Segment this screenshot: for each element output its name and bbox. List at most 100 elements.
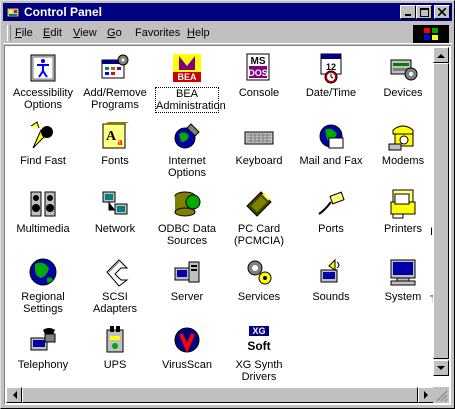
item-label: Printers <box>384 223 422 235</box>
item-label: SCSI Adapters <box>92 291 138 315</box>
item-label: Date/Time <box>305 87 357 99</box>
control-panel-item-date-time[interactable]: 12 Date/Time <box>295 52 367 99</box>
item-label: Server <box>170 291 204 303</box>
control-panel-item-server[interactable]: Server <box>151 256 223 303</box>
icon-view: Accessibility Options Add/Remove Programs… <box>4 45 451 405</box>
control-panel-item-accessibility[interactable]: Accessibility Options <box>7 52 79 111</box>
item-label: XG Synth Drivers <box>235 359 283 383</box>
close-button[interactable] <box>434 5 450 19</box>
vertical-scrollbar[interactable] <box>433 47 449 376</box>
modems-icon <box>388 125 414 151</box>
item-label: UPS <box>103 359 127 371</box>
maximize-button[interactable] <box>416 5 432 19</box>
devices-icon <box>390 59 418 81</box>
item-label: ODBC Data Sources <box>157 223 217 247</box>
control-panel-window: Control Panel File Edit View Go Favorite… <box>0 0 455 409</box>
arrow-up-icon <box>437 53 445 58</box>
regional-settings-icon <box>29 258 57 286</box>
control-panel-item-printers[interactable]: Printers <box>367 188 439 235</box>
svg-text:XG: XG <box>252 326 265 336</box>
item-label: Find Fast <box>20 155 66 167</box>
control-panel-item-console[interactable]: MS DOS Console <box>223 52 295 99</box>
control-panel-item-ports[interactable]: Ports <box>295 188 367 235</box>
horizontal-scrollbar[interactable] <box>6 387 434 403</box>
pc-card-icon <box>246 191 272 217</box>
svg-text:MS: MS <box>251 56 266 67</box>
item-label: PC Card (PCMCIA) <box>233 223 285 247</box>
minimize-icon <box>405 14 411 16</box>
size-grip[interactable] <box>433 387 449 403</box>
windows-flag-icon <box>424 28 438 40</box>
control-panel-item-bea[interactable]: BEA BEA Administration <box>151 52 226 113</box>
control-panel-item-scsi[interactable]: SCSI Adapters <box>79 256 151 315</box>
item-label: Devices <box>383 87 423 99</box>
fonts-icon: Aa <box>102 122 129 149</box>
find-fast-icon <box>30 121 53 149</box>
vertical-scroll-thumb[interactable] <box>433 63 449 359</box>
item-label: Regional Settings <box>21 291 65 315</box>
item-label: Console <box>238 87 280 99</box>
virusscan-icon <box>174 327 200 354</box>
svg-text:a: a <box>118 137 123 148</box>
xg-synth-icon: XG Soft <box>245 326 273 354</box>
windows-logo <box>413 25 449 43</box>
control-panel-item-mail-fax[interactable]: Mail and Fax <box>295 120 367 167</box>
item-label: Fonts <box>101 155 129 167</box>
svg-text:DOS: DOS <box>248 68 268 78</box>
resize-grip-icon <box>436 390 448 402</box>
control-panel-item-sounds[interactable]: Sounds <box>295 256 367 303</box>
item-label: Accessibility Options <box>13 87 73 111</box>
internet-options-icon <box>174 123 200 149</box>
menu-help[interactable]: Help <box>187 27 210 39</box>
item-label: Network <box>94 223 136 235</box>
keyboard-icon <box>244 131 274 145</box>
server-icon <box>174 261 200 283</box>
arrow-left-icon <box>12 391 17 399</box>
ports-icon <box>318 191 345 215</box>
control-panel-item-pc-card[interactable]: PC Card (PCMCIA) <box>223 188 295 247</box>
telephony-icon <box>30 328 56 351</box>
control-panel-item-virusscan[interactable]: VirusScan <box>151 324 223 371</box>
multimedia-icon <box>30 191 56 217</box>
item-label: Mail and Fax <box>299 155 363 167</box>
control-panel-item-keyboard[interactable]: Keyboard <box>223 120 295 167</box>
control-panel-item-find-fast[interactable]: Find Fast <box>7 120 79 167</box>
minimize-button[interactable] <box>400 5 416 19</box>
control-panel-item-add-remove-programs[interactable]: Add/Remove Programs <box>79 52 151 111</box>
control-panel-item-xg-synth[interactable]: XG Soft XG Synth Drivers <box>223 324 295 383</box>
control-panel-item-fonts[interactable]: Aa Fonts <box>79 120 151 167</box>
close-icon <box>438 8 446 16</box>
odbc-icon <box>174 191 201 217</box>
item-label: Keyboard <box>235 155 283 167</box>
network-icon <box>102 191 128 215</box>
menu-file[interactable]: File <box>15 27 33 39</box>
menu-favorites[interactable]: Favorites <box>135 27 180 39</box>
control-panel-item-modems[interactable]: Modems <box>367 120 439 167</box>
control-panel-item-odbc[interactable]: ODBC Data Sources <box>151 188 223 247</box>
control-panel-item-system[interactable]: System <box>367 256 439 303</box>
control-panel-item-devices[interactable]: Devices <box>367 52 439 99</box>
scroll-left-button[interactable] <box>6 387 22 403</box>
control-panel-item-internet-options[interactable]: Internet Options <box>151 120 223 179</box>
item-label: Internet Options <box>168 155 206 179</box>
system-icon <box>390 259 416 286</box>
horizontal-scroll-thumb[interactable] <box>22 387 418 403</box>
item-label: Services <box>237 291 281 303</box>
control-panel-item-ups[interactable]: UPS <box>79 324 151 371</box>
scroll-down-button[interactable] <box>433 360 449 376</box>
console-icon: MSDOS <box>246 53 270 81</box>
scroll-right-button[interactable] <box>418 387 434 403</box>
scroll-up-button[interactable] <box>433 47 449 63</box>
control-panel-item-network[interactable]: Network <box>79 188 151 235</box>
control-panel-item-multimedia[interactable]: Multimedia <box>7 188 79 235</box>
svg-text:A: A <box>106 129 117 144</box>
title-bar[interactable]: Control Panel <box>3 3 452 21</box>
control-panel-item-services[interactable]: Services <box>223 256 295 303</box>
menu-edit[interactable]: Edit <box>43 27 62 39</box>
menu-go[interactable]: Go <box>107 27 122 39</box>
services-icon <box>247 260 272 285</box>
control-panel-item-regional-settings[interactable]: Regional Settings <box>7 256 79 315</box>
control-panel-item-telephony[interactable]: Telephony <box>7 324 79 371</box>
menu-view[interactable]: View <box>73 27 97 39</box>
date-time-icon: 12 <box>320 53 342 84</box>
